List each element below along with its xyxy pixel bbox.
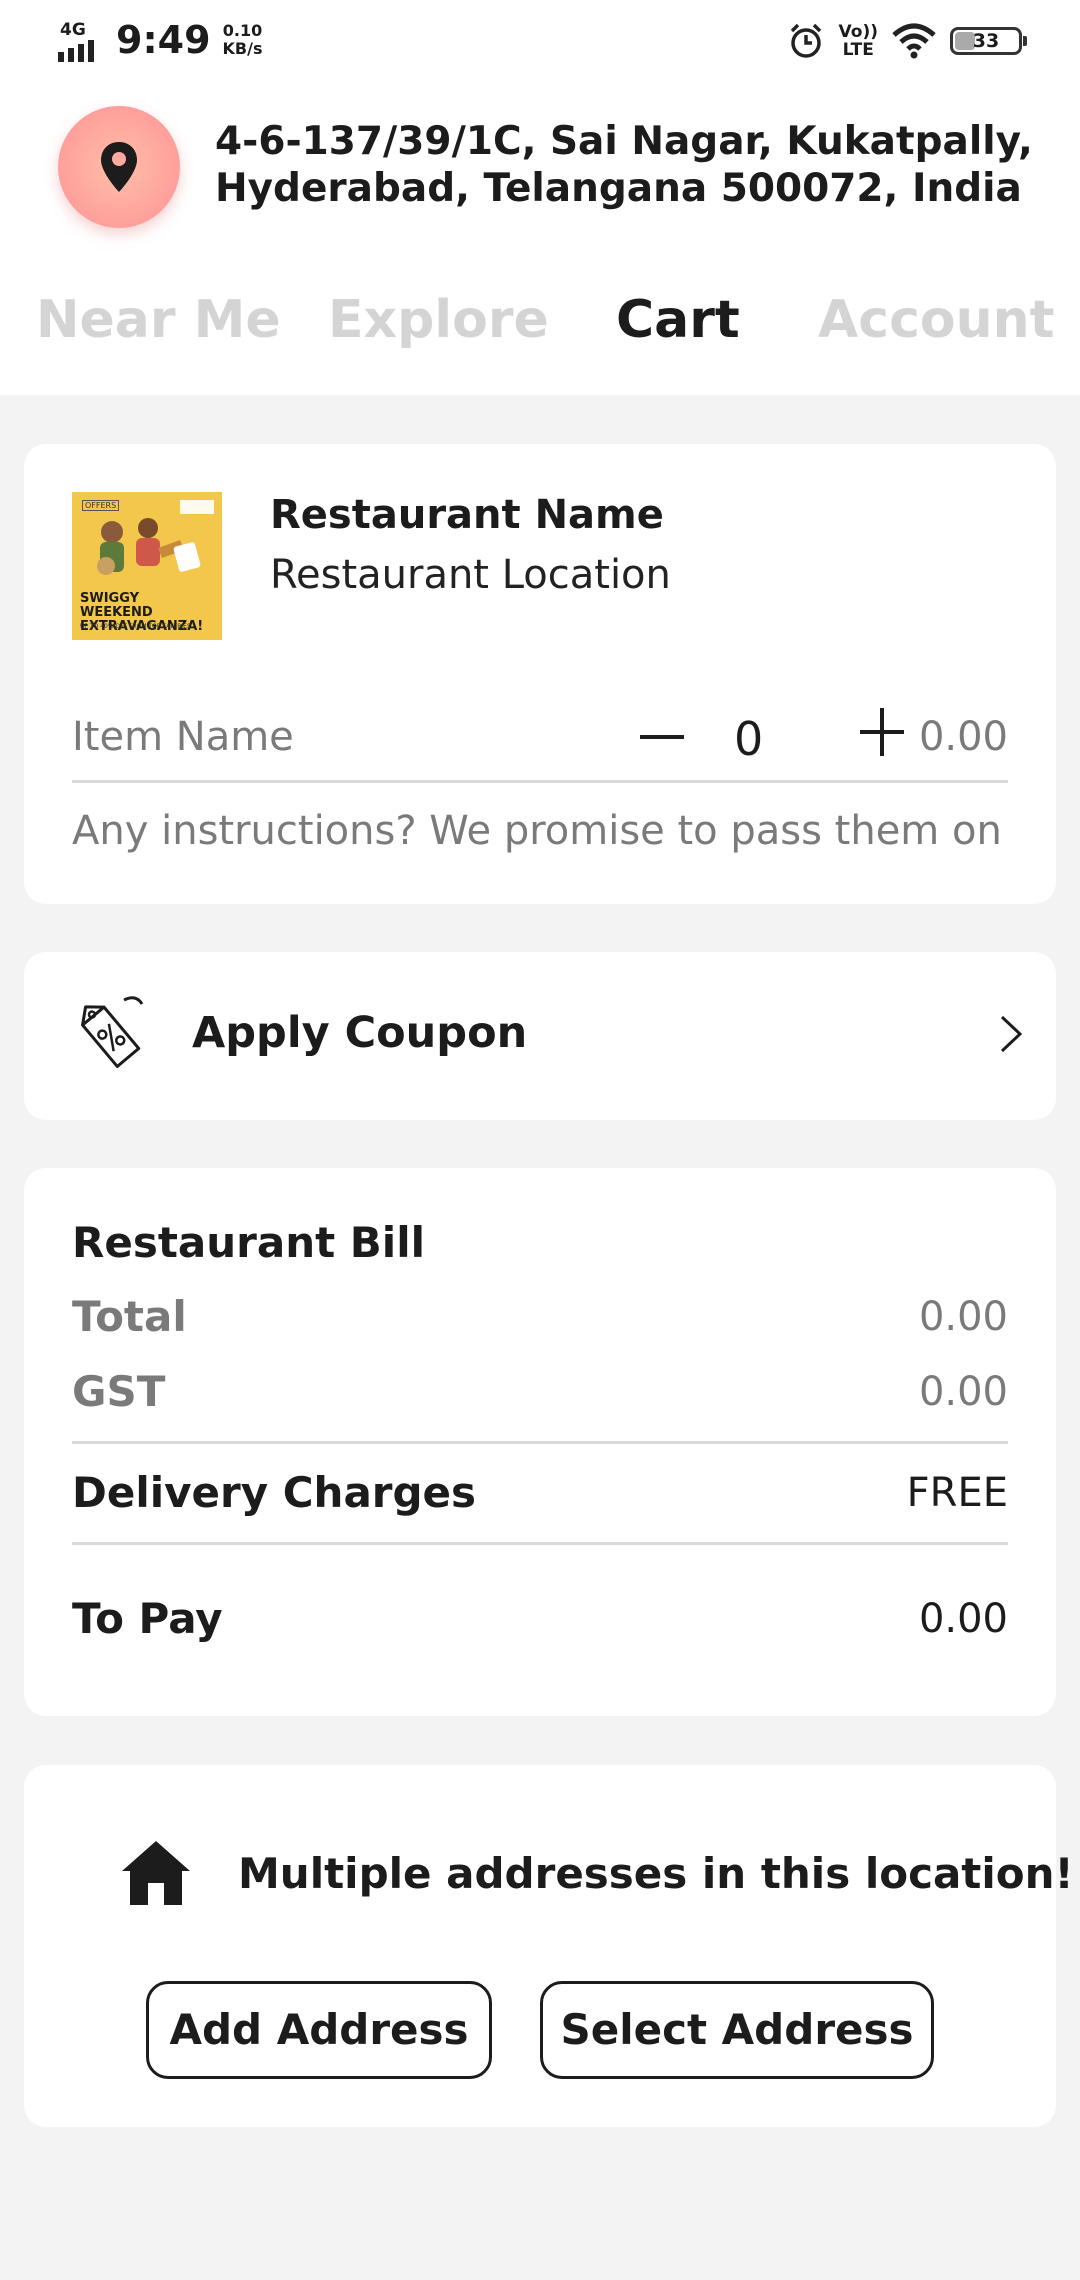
network-type: 4G: [60, 20, 86, 40]
instructions-input[interactable]: Any instructions? We promise to pass the…: [72, 808, 1002, 854]
restaurant-bill-card: Restaurant Bill Total 0.00 GST 0.00 Deli…: [24, 1168, 1056, 1716]
tab-account[interactable]: Account: [818, 290, 1055, 350]
decrease-quantity-button[interactable]: [638, 716, 686, 756]
battery-icon: 33: [950, 27, 1027, 55]
bill-topay-row: To Pay 0.00: [72, 1594, 1008, 1648]
battery-level: 33: [972, 30, 1000, 52]
alarm-icon: [790, 23, 821, 58]
increase-quantity-button[interactable]: [858, 706, 906, 758]
bill-total-row: Total 0.00: [72, 1292, 1008, 1346]
to-pay-value: 0.00: [918, 1596, 1008, 1642]
item-quantity: 0: [734, 712, 764, 766]
bill-gst-row: GST 0.00: [72, 1367, 1008, 1421]
address-line-1: 4-6-137/39/1C, Sai Nagar, Kukatpally,: [215, 119, 1033, 164]
add-address-button[interactable]: Add Address: [146, 1981, 492, 2079]
total-label: Total: [72, 1292, 187, 1341]
illustration-figures-icon: [97, 500, 214, 575]
speed-unit: KB/s: [222, 39, 263, 58]
volte-bottom: LTE: [842, 40, 874, 60]
bill-divider-2: [72, 1542, 1008, 1545]
select-address-button[interactable]: Select Address: [540, 1981, 934, 2079]
map-pin-icon: [101, 142, 137, 192]
coupon-tag-icon: [81, 996, 144, 1068]
gst-value: 0.00: [918, 1369, 1008, 1415]
delivery-charges-value: FREE: [906, 1470, 1008, 1516]
cart-item-row: Item Name 0 0.00: [72, 706, 1008, 766]
status-bar: 4G 9:49 0.10 KB/s Vo)) LTE 33: [0, 0, 1080, 80]
delivery-address[interactable]: 4-6-137/39/1C, Sai Nagar, Kukatpally, Hy…: [215, 118, 1035, 212]
home-icon: [122, 1841, 190, 1905]
bill-delivery-row: Delivery Charges FREE: [72, 1468, 1008, 1522]
gst-label: GST: [72, 1367, 166, 1416]
image-fine-print: UP TO 40% OFF FROM TOP EATERIES: [80, 623, 191, 630]
tab-bar: Near Me Explore Cart Account: [0, 290, 1080, 360]
restaurant-image: OFFERS SWIGGY WEEKEND EXTRAVAGANZA! UP T…: [72, 492, 222, 640]
cart-card: OFFERS SWIGGY WEEKEND EXTRAVAGANZA! UP T…: [24, 444, 1056, 904]
tab-cart[interactable]: Cart: [616, 290, 740, 350]
location-button[interactable]: [58, 106, 180, 228]
wifi-icon: [892, 23, 936, 59]
multiple-addresses-message: Multiple addresses in this location!: [238, 1849, 1074, 1898]
item-price: 0.00: [918, 714, 1008, 760]
item-name: Item Name: [72, 714, 294, 760]
top-panel: 4G 9:49 0.10 KB/s Vo)) LTE 33 4-6-137/39…: [0, 0, 1080, 395]
item-divider: [72, 780, 1008, 783]
speed-value: 0.10: [222, 21, 263, 40]
tab-near-me[interactable]: Near Me: [36, 290, 281, 350]
address-line-2: Hyderabad, Telangana 500072, India: [215, 166, 1022, 211]
apply-coupon-card[interactable]: Apply Coupon: [24, 952, 1056, 1120]
to-pay-label: To Pay: [72, 1594, 223, 1643]
delivery-charges-label: Delivery Charges: [72, 1468, 477, 1517]
volte-indicator: Vo)) LTE: [839, 23, 878, 59]
signal-icon: 4G: [58, 18, 106, 62]
tab-explore[interactable]: Explore: [328, 290, 549, 350]
restaurant-location: Restaurant Location: [270, 552, 671, 598]
address-card: Multiple addresses in this location! Add…: [24, 1765, 1074, 2127]
restaurant-name: Restaurant Name: [270, 492, 664, 538]
volte-top: Vo)): [838, 22, 878, 42]
bill-title: Restaurant Bill: [72, 1218, 426, 1267]
network-speed: 0.10 KB/s: [223, 22, 263, 58]
apply-coupon-label: Apply Coupon: [192, 1008, 528, 1058]
chevron-right-icon: [1000, 1015, 1023, 1053]
bill-divider-1: [72, 1441, 1008, 1444]
status-time: 9:49: [116, 18, 211, 62]
total-value: 0.00: [918, 1294, 1008, 1340]
